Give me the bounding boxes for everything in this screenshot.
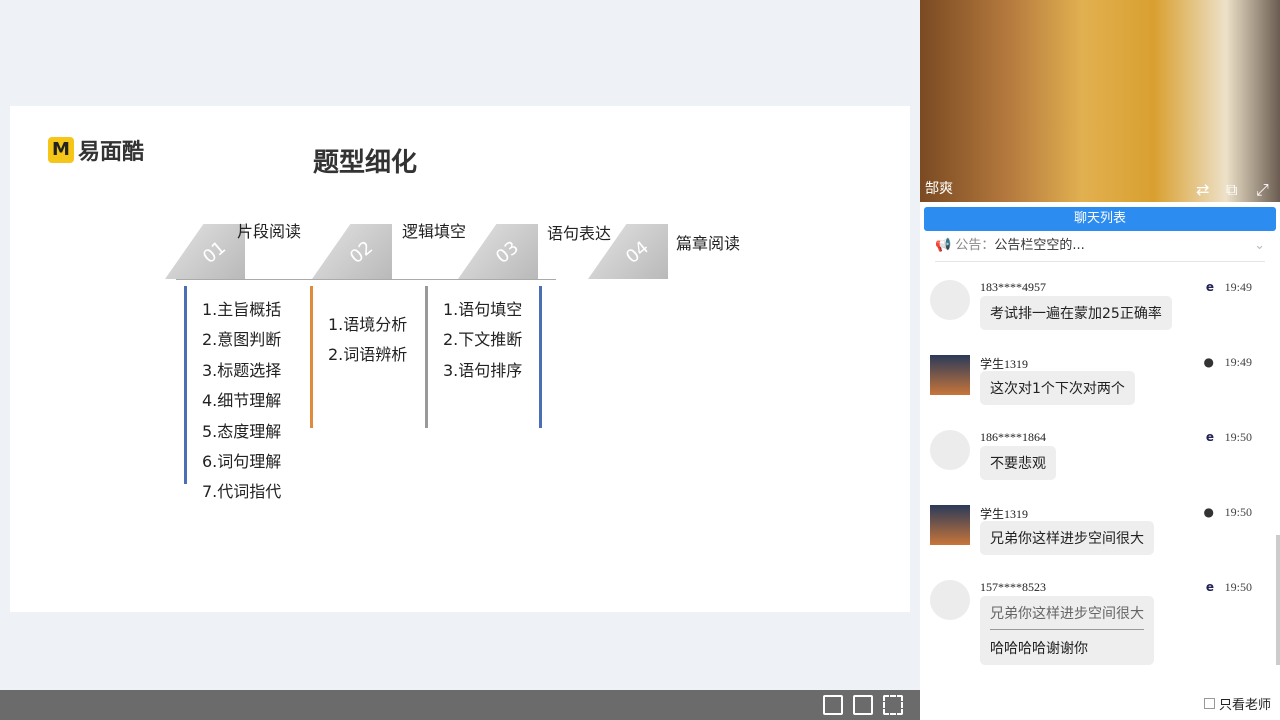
message-bubble: 考试排一遍在蒙加25正确率 bbox=[980, 296, 1172, 330]
avatar[interactable] bbox=[930, 280, 970, 320]
fullscreen-icon[interactable] bbox=[883, 695, 903, 715]
column-2: 1.语境分析 2.词语辨析 bbox=[328, 310, 407, 371]
list-item: 5.态度理解 bbox=[202, 421, 282, 441]
message-bubble: 不要悲观 bbox=[980, 446, 1056, 480]
tab-label: 篇章阅读 bbox=[676, 234, 741, 253]
list-item: 3.标题选择 bbox=[202, 360, 282, 380]
avatar[interactable] bbox=[930, 430, 970, 470]
message-text: 不要悲观 bbox=[990, 456, 1046, 472]
username: 186****1864 bbox=[980, 430, 1046, 444]
list-item: 6.词句理解 bbox=[202, 452, 282, 472]
slide-title: 题型细化 bbox=[313, 148, 418, 178]
ie-icon: e bbox=[1205, 580, 1214, 594]
notice-bar[interactable]: 📢 公告：公告栏空空的... ⌄ bbox=[935, 236, 1265, 262]
column-1: 1.主旨概括 2.意图判断 3.标题选择 4.细节理解 5.态度理解 6.词句理解 7.代词… bbox=[202, 295, 281, 508]
checkbox[interactable] bbox=[1204, 698, 1215, 709]
tab-label: 逻辑填空 bbox=[402, 222, 467, 241]
expand-icon[interactable]: ⤢ bbox=[1256, 180, 1269, 200]
tab-02: 02 bbox=[312, 224, 392, 279]
only-teacher-checkbox[interactable]: 只看老师 bbox=[1204, 694, 1271, 713]
column-bar bbox=[310, 286, 313, 428]
message-text: 这次对1个下次对两个 bbox=[990, 381, 1125, 397]
username: 学生1319 bbox=[980, 357, 1029, 371]
android-icon: ● bbox=[1203, 505, 1214, 519]
only-teacher-label: 只看老师 bbox=[1219, 698, 1272, 713]
message-bubble: 这次对1个下次对两个 bbox=[980, 371, 1135, 405]
message-bubble: 兄弟你这样进步空间很大 bbox=[980, 521, 1154, 555]
player-toolbar bbox=[0, 690, 920, 720]
screenshot-icon[interactable] bbox=[823, 695, 843, 715]
list-item: 2.下文推断 bbox=[443, 330, 523, 350]
teacher-video: 郜爽 ⇄ ⧉ ⤢ bbox=[920, 0, 1280, 202]
list-item: 1.主旨概括 bbox=[202, 300, 282, 319]
column-bar bbox=[184, 286, 187, 484]
divider bbox=[176, 279, 556, 280]
username: 183****4957 bbox=[980, 280, 1046, 294]
timestamp: 19:50 bbox=[1224, 505, 1252, 519]
ie-icon: e bbox=[1205, 430, 1214, 444]
tab-01: 01 bbox=[165, 224, 245, 279]
slide-area: M 易面酷 题型细化 01 02 03 04 片段阅读 逻辑填空 语句表达 篇章阅… bbox=[0, 0, 920, 690]
column-3: 1.语句填空 2.下文推断 3.语句排序 bbox=[443, 295, 522, 386]
popout-icon[interactable]: ⧉ bbox=[1226, 180, 1237, 200]
notice-text: 公告栏空空的... bbox=[994, 238, 1085, 253]
column-bar bbox=[539, 286, 542, 428]
switch-icon[interactable]: ⇄ bbox=[1196, 180, 1209, 199]
avatar[interactable] bbox=[930, 355, 970, 395]
timestamp: 19:49 bbox=[1224, 355, 1252, 369]
tab-03: 03 bbox=[458, 224, 538, 279]
scrollbar[interactable] bbox=[1276, 535, 1280, 665]
teacher-name: 郜爽 bbox=[925, 181, 953, 197]
tab-label: 片段阅读 bbox=[237, 222, 302, 241]
android-icon: ● bbox=[1203, 355, 1214, 369]
list-item: 7.代词指代 bbox=[202, 482, 282, 502]
avatar[interactable] bbox=[930, 505, 970, 545]
side-panel: 郜爽 ⇄ ⧉ ⤢ 聊天列表 📢 公告：公告栏空空的... ⌄ 183****495… bbox=[920, 0, 1280, 720]
slide: M 易面酷 题型细化 01 02 03 04 片段阅读 逻辑填空 语句表达 篇章阅… bbox=[10, 106, 910, 612]
tab-label: 语句表达 bbox=[547, 224, 612, 243]
list-item: 2.词语辨析 bbox=[328, 345, 408, 365]
logo: M 易面酷 bbox=[48, 134, 144, 166]
message-text: 考试排一遍在蒙加25正确率 bbox=[990, 306, 1162, 322]
chat-list-tab[interactable]: 聊天列表 bbox=[924, 207, 1276, 231]
list-item: 1.语境分析 bbox=[328, 315, 408, 334]
megaphone-icon: 📢 bbox=[935, 238, 952, 253]
logo-text: 易面酷 bbox=[78, 140, 145, 165]
notice-label: 公告： bbox=[955, 238, 995, 253]
quoted-text: 兄弟你这样进步空间很大 bbox=[990, 603, 1144, 630]
message-bubble: 兄弟你这样进步空间很大哈哈哈哈谢谢你 bbox=[980, 596, 1154, 665]
timestamp: 19:50 bbox=[1224, 430, 1252, 444]
timestamp: 19:50 bbox=[1224, 580, 1252, 594]
list-item: 2.意图判断 bbox=[202, 330, 282, 350]
username: 学生1319 bbox=[980, 507, 1029, 521]
list-item: 1.语句填空 bbox=[443, 300, 523, 319]
message-text: 兄弟你这样进步空间很大 bbox=[990, 531, 1144, 547]
column-bar bbox=[425, 286, 428, 428]
avatar[interactable] bbox=[930, 580, 970, 620]
timestamp: 19:49 bbox=[1224, 280, 1252, 294]
message-text: 哈哈哈哈谢谢你 bbox=[990, 641, 1088, 657]
list-item: 3.语句排序 bbox=[443, 360, 523, 380]
username: 157****8523 bbox=[980, 580, 1046, 594]
list-item: 4.细节理解 bbox=[202, 391, 282, 411]
fit-screen-icon[interactable] bbox=[853, 695, 873, 715]
chevron-down-icon[interactable]: ⌄ bbox=[1254, 236, 1265, 256]
ie-icon: e bbox=[1205, 280, 1214, 294]
logo-icon: M bbox=[48, 137, 74, 163]
